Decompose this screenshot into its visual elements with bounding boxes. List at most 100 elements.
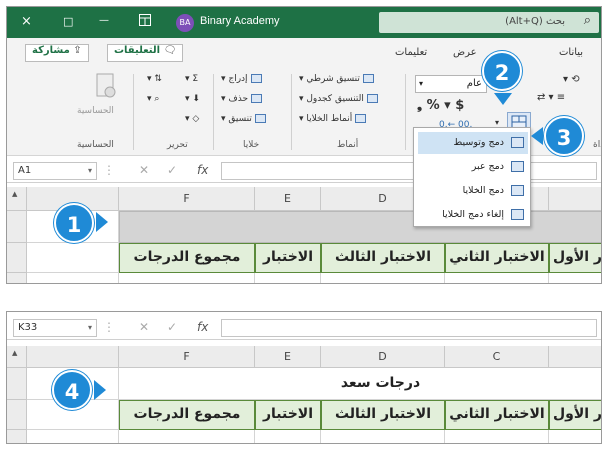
merged-title-cell[interactable]: درجات سعد: [119, 368, 601, 400]
chevron-down-icon: ▾: [419, 79, 424, 88]
row-header[interactable]: [7, 400, 27, 430]
header-cell-total[interactable]: مجموع الدرجات: [119, 400, 255, 430]
header-cell-first-test[interactable]: الاختبار الأول: [549, 400, 601, 430]
select-all-corner[interactable]: ▲: [7, 346, 27, 368]
merge-menu: دمج وتوسيط دمج عبر دمج الخلايا إلغاء دمج…: [413, 127, 531, 227]
enter-icon[interactable]: ✓: [167, 320, 177, 334]
cell[interactable]: [27, 243, 119, 273]
find-select-icon[interactable]: ⌕ ▾: [147, 94, 159, 104]
column-header-e[interactable]: E: [255, 187, 321, 211]
close-icon[interactable]: ×: [21, 14, 32, 29]
comments-button[interactable]: 🗨 التعليقات: [107, 44, 184, 62]
column-header-partial[interactable]: [549, 346, 601, 368]
clear-icon[interactable]: ◇ ▾: [185, 114, 199, 124]
ribbon-display-icon[interactable]: [139, 14, 151, 30]
row-header[interactable]: [7, 211, 27, 243]
format-as-table-button[interactable]: التنسيق كجدول ▾: [299, 94, 378, 104]
header-cell-second-test[interactable]: الاختبار الثاني: [445, 400, 549, 430]
name-box[interactable]: A1 ▾: [13, 162, 97, 180]
cell[interactable]: [549, 430, 601, 443]
delete-label: حذف: [228, 94, 249, 104]
tab-data[interactable]: بيانات: [559, 47, 583, 58]
column-header-g[interactable]: [27, 346, 119, 368]
format-cells-button[interactable]: تنسيق ▾: [221, 114, 266, 124]
delete-icon: [251, 94, 263, 103]
sensitivity-group-label: الحساسية: [77, 140, 114, 150]
header-cell-third-test[interactable]: الاختبار الثالث: [321, 400, 445, 430]
header-cell-test[interactable]: الاختبار: [255, 400, 321, 430]
sensitivity-icon[interactable]: [83, 72, 119, 102]
cell[interactable]: [27, 430, 119, 443]
cell[interactable]: [119, 430, 255, 443]
cell[interactable]: [255, 273, 321, 283]
cell[interactable]: [321, 273, 445, 283]
delete-cells-button[interactable]: حذف ▾: [221, 94, 263, 104]
orientation-icon[interactable]: ⟲ ▾: [563, 74, 580, 85]
header-cell-second-test[interactable]: الاختبار الثاني: [445, 243, 549, 273]
excel-window-bottom: K33 ▾ ⋮ ✕ ✓ fx ▲ F E D C درجات سعد مجموع…: [6, 311, 602, 444]
cell[interactable]: [27, 273, 119, 283]
cancel-icon[interactable]: ✕: [139, 163, 149, 177]
cell[interactable]: [549, 273, 601, 283]
restore-icon[interactable]: □: [63, 15, 73, 28]
tab-help[interactable]: تعليمات: [395, 47, 427, 58]
column-header-f[interactable]: F: [119, 346, 255, 368]
scroll-up-icon[interactable]: ▲: [12, 190, 17, 198]
cell[interactable]: [445, 430, 549, 443]
cell-styles-button[interactable]: أنماط الخلايا ▾: [299, 114, 367, 124]
header-cell-third-test[interactable]: الاختبار الثالث: [321, 243, 445, 273]
row-header[interactable]: [7, 368, 27, 400]
header-cell-total[interactable]: مجموع الدرجات: [119, 243, 255, 273]
header-cell-test[interactable]: الاختبار: [255, 243, 321, 273]
function-icon[interactable]: fx: [197, 163, 208, 177]
more-icon: ⋮: [103, 320, 115, 334]
cell[interactable]: [321, 430, 445, 443]
cell[interactable]: [255, 430, 321, 443]
sensitivity-label[interactable]: الحساسية: [77, 106, 114, 116]
table-label: التنسيق كجدول: [306, 94, 364, 104]
autosum-icon[interactable]: Σ ▾: [185, 74, 198, 84]
sort-filter-icon[interactable]: ⇅ ▾: [147, 74, 162, 84]
column-header-partial[interactable]: [549, 187, 601, 211]
formula-input[interactable]: [221, 319, 597, 337]
styles-group-label: أنماط: [337, 140, 359, 150]
formula-input[interactable]: [221, 162, 597, 180]
comments-label: التعليقات: [114, 45, 161, 56]
header-cell-first-test[interactable]: الاختبار الأول: [549, 243, 601, 273]
insert-cells-button[interactable]: إدراج ▾: [221, 74, 262, 84]
alignment-icons[interactable]: ≡ ▾ ⇄: [537, 92, 565, 103]
row-header[interactable]: [7, 243, 27, 273]
scroll-up-icon[interactable]: ▲: [12, 349, 17, 357]
cancel-icon[interactable]: ✕: [139, 320, 149, 334]
minimize-icon[interactable]: —: [99, 15, 109, 26]
number-format-value: عام: [466, 78, 482, 89]
select-all-corner[interactable]: ▲: [7, 187, 27, 211]
column-header-d[interactable]: D: [321, 346, 445, 368]
fill-icon[interactable]: ⬇ ▾: [185, 94, 200, 104]
column-header-f[interactable]: F: [119, 187, 255, 211]
tab-view[interactable]: عرض: [453, 47, 477, 58]
cell[interactable]: [445, 273, 549, 283]
enter-icon[interactable]: ✓: [167, 163, 177, 177]
insert-label: إدراج: [228, 74, 248, 84]
conditional-format-button[interactable]: تنسيق شرطي ▾: [299, 74, 374, 84]
row-header[interactable]: [7, 430, 27, 443]
column-header-c[interactable]: C: [445, 346, 549, 368]
column-header-e[interactable]: E: [255, 346, 321, 368]
editing-group-label: تحرير: [167, 140, 188, 150]
menu-item-merge-center[interactable]: دمج وتوسيط: [418, 132, 528, 154]
menu-item-merge-across[interactable]: دمج عبر: [418, 156, 528, 178]
cell[interactable]: [119, 273, 255, 283]
merge-dropdown-arrow[interactable]: ▾: [495, 118, 499, 127]
row-header[interactable]: [7, 273, 27, 283]
unmerge-icon: [511, 209, 524, 220]
share-button[interactable]: ⇪ مشاركة: [25, 44, 89, 62]
menu-item-unmerge[interactable]: إلغاء دمج الخلايا: [418, 204, 528, 226]
number-buttons[interactable]: $ ▾ % ❟: [417, 98, 464, 113]
menu-item-merge-cells[interactable]: دمج الخلايا: [418, 180, 528, 202]
account-avatar[interactable]: BA: [176, 14, 194, 32]
function-icon[interactable]: fx: [197, 320, 208, 334]
number-format-select[interactable]: عام ▾: [415, 75, 487, 93]
name-box[interactable]: K33 ▾: [13, 319, 97, 337]
search-box[interactable]: بحث (Alt+Q) ⌕: [379, 12, 599, 33]
